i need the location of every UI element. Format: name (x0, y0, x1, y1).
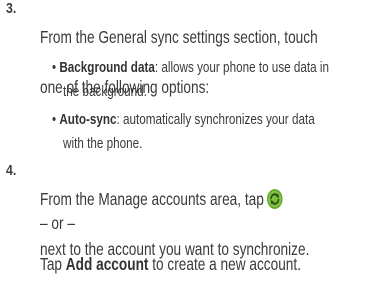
bullet-line-1: • Auto-sync: automatically synchronizes … (52, 108, 368, 132)
tap-prefix: Tap (40, 254, 66, 274)
step-4-line-1-text: From the Manage accounts area, tap (40, 189, 264, 209)
bullet-term: Auto-sync (59, 112, 117, 128)
add-account-term: Add account (65, 254, 149, 274)
bullet-text: : automatically synchronizes your data (116, 112, 315, 128)
sync-icon (266, 189, 283, 209)
step-3-line-1: From the General sync settings section, … (40, 27, 318, 47)
bullet-term: Background data (59, 60, 155, 76)
bullet-line-2: with the phone. (63, 136, 143, 152)
bullet-auto-sync: • Auto-sync: automatically synchronizes … (52, 108, 368, 156)
bullet-char: • (52, 112, 57, 128)
bullet-text: : allows your phone to use data in (154, 60, 330, 76)
bullet-line-1: • Background data: allows your phone to … (52, 56, 368, 80)
tap-suffix: to create a new account. (148, 254, 301, 274)
bullet-char: • (52, 60, 57, 76)
bullet-line-2: the background. (63, 84, 147, 100)
instruction-page: 3. From the General sync settings sectio… (0, 0, 376, 288)
add-account-instruction: Tap Add account to create a new account. (40, 254, 301, 275)
step-number: 3. (6, 0, 17, 17)
or-separator: – or – (40, 213, 75, 233)
sync-icon-svg (266, 189, 283, 209)
step-number: 4. (6, 162, 17, 179)
bullet-background-data: • Background data: allows your phone to … (52, 56, 368, 104)
step-4-line-1: From the Manage accounts area, tap (40, 187, 376, 212)
